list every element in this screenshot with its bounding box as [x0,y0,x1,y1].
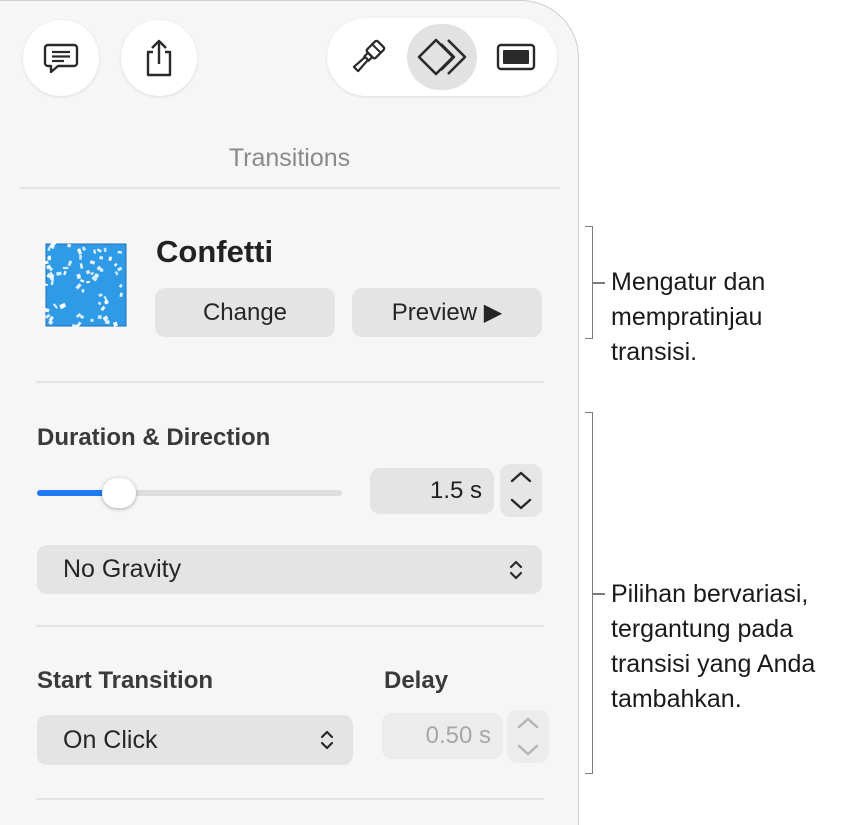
document-tab[interactable] [481,24,551,90]
callout-top-line: Mengatur dan [611,268,766,296]
change-button[interactable]: Change [155,288,335,337]
delay-label: Delay [384,667,449,694]
callout-tick-bottom [593,593,605,595]
title-divider [20,187,560,189]
up-down-chevron-icon [509,560,523,579]
duration-stepper[interactable] [500,464,542,517]
share-button[interactable] [121,20,197,96]
callout-top-line: mempratinjau [611,303,763,331]
preview-button[interactable]: Preview ▶ [352,288,542,337]
callout-bottom: Pilihan bervariasi, tergantung pada tran… [611,577,815,717]
callout-bottom-line: transisi yang Anda [611,650,816,678]
confetti-thumbnail [39,239,127,329]
duration-label: Duration & Direction [37,424,271,451]
chevron-down-icon[interactable] [509,497,533,511]
inspector-tabs [327,18,557,96]
document-icon [496,43,536,71]
callout-top-line: transisi. [611,338,698,366]
format-tab[interactable] [333,24,403,90]
panel-title: Transitions [228,144,351,172]
up-down-chevron-icon [320,730,334,750]
transition-name: Confetti [156,234,274,269]
callout-bracket-top [585,226,593,339]
duration-value-field[interactable]: 1.5 s [370,468,494,514]
share-icon [146,39,172,77]
direction-select-value: No Gravity [63,555,182,583]
chevron-down-icon [517,744,539,755]
start-transition-label: Start Transition [37,667,214,694]
direction-select[interactable]: No Gravity [37,545,542,594]
callout-bottom-line: tergantung pada [611,615,794,643]
callout-top: Mengatur dan mempratinjau transisi. [611,265,765,370]
delay-value-field: 0.50 s [382,713,503,759]
chevron-up-icon[interactable] [509,470,533,484]
delay-stepper [507,710,549,763]
start-transition-value: On Click [63,725,158,754]
section-divider [36,625,544,627]
callout-bottom-line: tambahkan. [611,685,742,713]
section-divider [36,798,544,800]
inspector-panel [0,0,579,825]
comment-icon [43,43,79,74]
callout-bottom-line: Pilihan bervariasi, [611,580,809,608]
callout-tick-top [593,282,605,284]
comment-button[interactable] [23,20,99,96]
duration-slider-thumb[interactable] [102,478,137,508]
chevron-up-icon [517,718,539,729]
start-transition-select[interactable]: On Click [37,715,353,765]
paintbrush-icon [352,39,386,73]
animate-tab[interactable] [407,24,477,90]
callout-bracket-bottom [585,412,593,774]
section-divider [36,381,544,383]
diamond-transition-icon [417,38,467,76]
